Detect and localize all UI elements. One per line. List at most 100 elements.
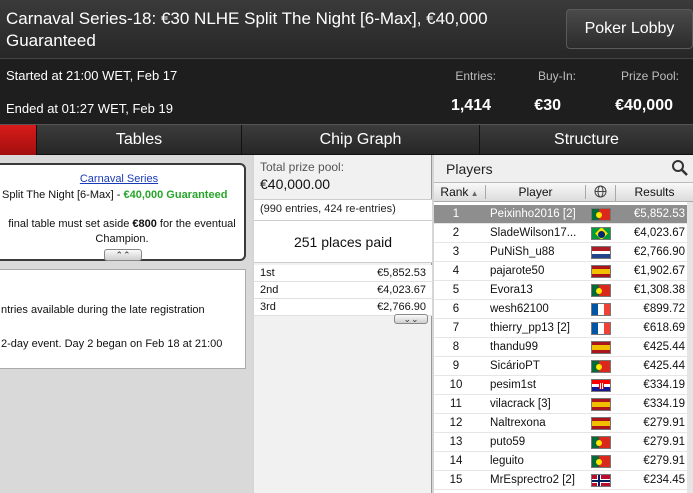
payout-row: 1st €5,852.53 <box>254 265 432 282</box>
player-name: Peixinho2016 [2] <box>490 208 576 220</box>
rank-column-header[interactable]: Rank ▲ <box>434 185 486 199</box>
player-name: pajarote50 <box>490 265 545 277</box>
player-name: Naltrexona <box>490 417 546 429</box>
players-column-headers: Rank ▲ Player Results <box>434 183 693 202</box>
player-name: thierry_pp13 [2] <box>490 322 570 334</box>
guarantee-text: €40,000 Guaranteed <box>123 189 228 201</box>
player-row[interactable]: 11 vilacrack [3] €334.19 <box>434 395 693 414</box>
player-rank: 6 <box>452 303 460 315</box>
payout-amount: €2,766.90 <box>377 301 426 313</box>
portugal-flag-icon <box>591 436 611 449</box>
tab-tables[interactable]: Tables <box>36 125 241 155</box>
player-name: SicárioPT <box>490 360 540 372</box>
late-registration-note: ntries available during the late registr… <box>1 304 205 316</box>
separator: - <box>113 189 124 201</box>
player-row[interactable]: 8 thandu99 €425.44 <box>434 338 693 357</box>
player-name: vilacrack [3] <box>490 398 551 410</box>
player-row[interactable]: 12 Naltrexona €279.91 <box>434 414 693 433</box>
tournament-notes-card: ntries available during the late registr… <box>0 269 246 369</box>
day2-note: 2-day event. Day 2 began on Feb 18 at 21… <box>1 338 223 350</box>
player-rank: 2 <box>452 227 460 239</box>
entries-breakdown: (990 entries, 424 re-entries) <box>254 199 432 221</box>
payout-amount: €4,023.67 <box>377 284 426 296</box>
poker-lobby-button[interactable]: Poker Lobby <box>566 9 693 49</box>
player-result: €279.91 <box>643 455 685 467</box>
portugal-flag-icon <box>591 360 611 373</box>
player-name: pesim1st <box>490 379 537 391</box>
player-row[interactable]: 1 Peixinho2016 [2] €5,852.53 <box>434 205 693 224</box>
player-rank: 8 <box>452 341 460 353</box>
tournament-info-bar: Started at 21:00 WET, Feb 17 Ended at 01… <box>0 58 693 124</box>
places-paid: 251 places paid <box>254 221 432 263</box>
norway-flag-icon <box>591 474 611 487</box>
tournament-header: Carnaval Series-18: €30 NLHE Split The N… <box>0 0 693 124</box>
player-rank: 9 <box>452 360 460 372</box>
croatia-flag-icon <box>591 379 611 392</box>
player-row[interactable]: 14 leguito €279.91 <box>434 452 693 471</box>
buyin-value: €30 <box>534 97 561 114</box>
player-rank: 13 <box>449 436 463 448</box>
payout-place: 1st <box>260 267 275 279</box>
player-name: PuNiSh_u88 <box>490 246 555 258</box>
player-result: €279.91 <box>643 417 685 429</box>
player-row[interactable]: 7 thierry_pp13 [2] €618.69 <box>434 319 693 338</box>
player-result: €334.19 <box>643 379 685 391</box>
spain-flag-icon <box>591 417 611 430</box>
player-rank: 12 <box>449 417 463 429</box>
event-subtitle: Split The Night [6-Max] - €40,000 Guaran… <box>2 189 227 201</box>
tournament-title: Carnaval Series-18: €30 NLHE Split The N… <box>6 9 488 50</box>
player-rank: 15 <box>449 474 463 486</box>
player-name: leguito <box>490 455 524 467</box>
series-link[interactable]: Carnaval Series <box>0 173 244 185</box>
expand-chevron-icon[interactable]: ⌄⌄ <box>394 314 428 324</box>
player-result: €1,308.38 <box>633 284 685 296</box>
player-result: €334.19 <box>643 398 685 410</box>
player-name: MrEsprectro2 [2] <box>490 474 575 486</box>
entries-value: 1,414 <box>450 97 491 114</box>
player-row[interactable]: 2 SladeWilson17... €4,023.67 <box>434 224 693 243</box>
tab-bar: Tables Chip Graph Structure <box>0 124 693 155</box>
player-row[interactable]: 13 puto59 €279.91 <box>434 433 693 452</box>
player-row[interactable]: 10 pesim1st €334.19 <box>434 376 693 395</box>
portugal-flag-icon <box>591 455 611 468</box>
player-result: €1,902.67 <box>633 265 685 277</box>
search-icon[interactable] <box>671 159 689 177</box>
player-name: Evora13 <box>490 284 533 296</box>
player-result: €425.44 <box>643 341 685 353</box>
player-result: €4,023.67 <box>633 227 685 239</box>
note-text-a: final table must set aside <box>8 218 133 230</box>
player-row[interactable]: 3 PuNiSh_u88 €2,766.90 <box>434 243 693 262</box>
tab-chip-graph[interactable]: Chip Graph <box>241 125 479 155</box>
collapse-chevron-icon[interactable]: ⌃⌃ <box>104 249 142 261</box>
tab-info[interactable] <box>0 125 36 155</box>
rank-header-label: Rank <box>440 185 469 199</box>
sort-asc-icon: ▲ <box>468 189 479 198</box>
player-name: SladeWilson17... <box>490 227 577 239</box>
results-column-header[interactable]: Results <box>616 185 693 199</box>
player-result: €899.72 <box>643 303 685 315</box>
player-row[interactable]: 6 wesh62100 €899.72 <box>434 300 693 319</box>
players-panel: Players Rank ▲ Player Results 1 Peixinho2… <box>434 155 693 493</box>
payout-place: 3rd <box>260 301 276 313</box>
note-amount: €800 <box>132 218 157 230</box>
player-row[interactable]: 15 MrEsprectro2 [2] €234.45 <box>434 471 693 490</box>
player-rank: 5 <box>452 284 460 296</box>
prize-pool-value: €40,000 <box>615 97 673 114</box>
player-row[interactable]: 5 Evora13 €1,308.38 <box>434 281 693 300</box>
players-scrollbar[interactable] <box>687 202 693 493</box>
players-title: Players <box>446 161 493 177</box>
tournament-info-panel: Carnaval Series Split The Night [6-Max] … <box>0 155 252 493</box>
player-rank: 11 <box>450 398 462 410</box>
portugal-flag-icon <box>591 284 611 297</box>
player-column-header[interactable]: Player <box>486 185 586 199</box>
country-column-header[interactable] <box>586 185 616 201</box>
netherlands-flag-icon <box>591 246 611 259</box>
total-prize-value: €40,000.00 <box>260 176 331 192</box>
france-flag-icon <box>591 322 611 335</box>
tab-structure[interactable]: Structure <box>479 125 693 155</box>
end-time: Ended at 01:27 WET, Feb 19 <box>6 101 173 116</box>
buyin-label: Buy-In: <box>537 69 576 83</box>
player-row[interactable]: 4 pajarote50 €1,902.67 <box>434 262 693 281</box>
player-row[interactable]: 9 SicárioPT €425.44 <box>434 357 693 376</box>
prize-panel: Total prize pool: €40,000.00 (990 entrie… <box>254 155 432 493</box>
